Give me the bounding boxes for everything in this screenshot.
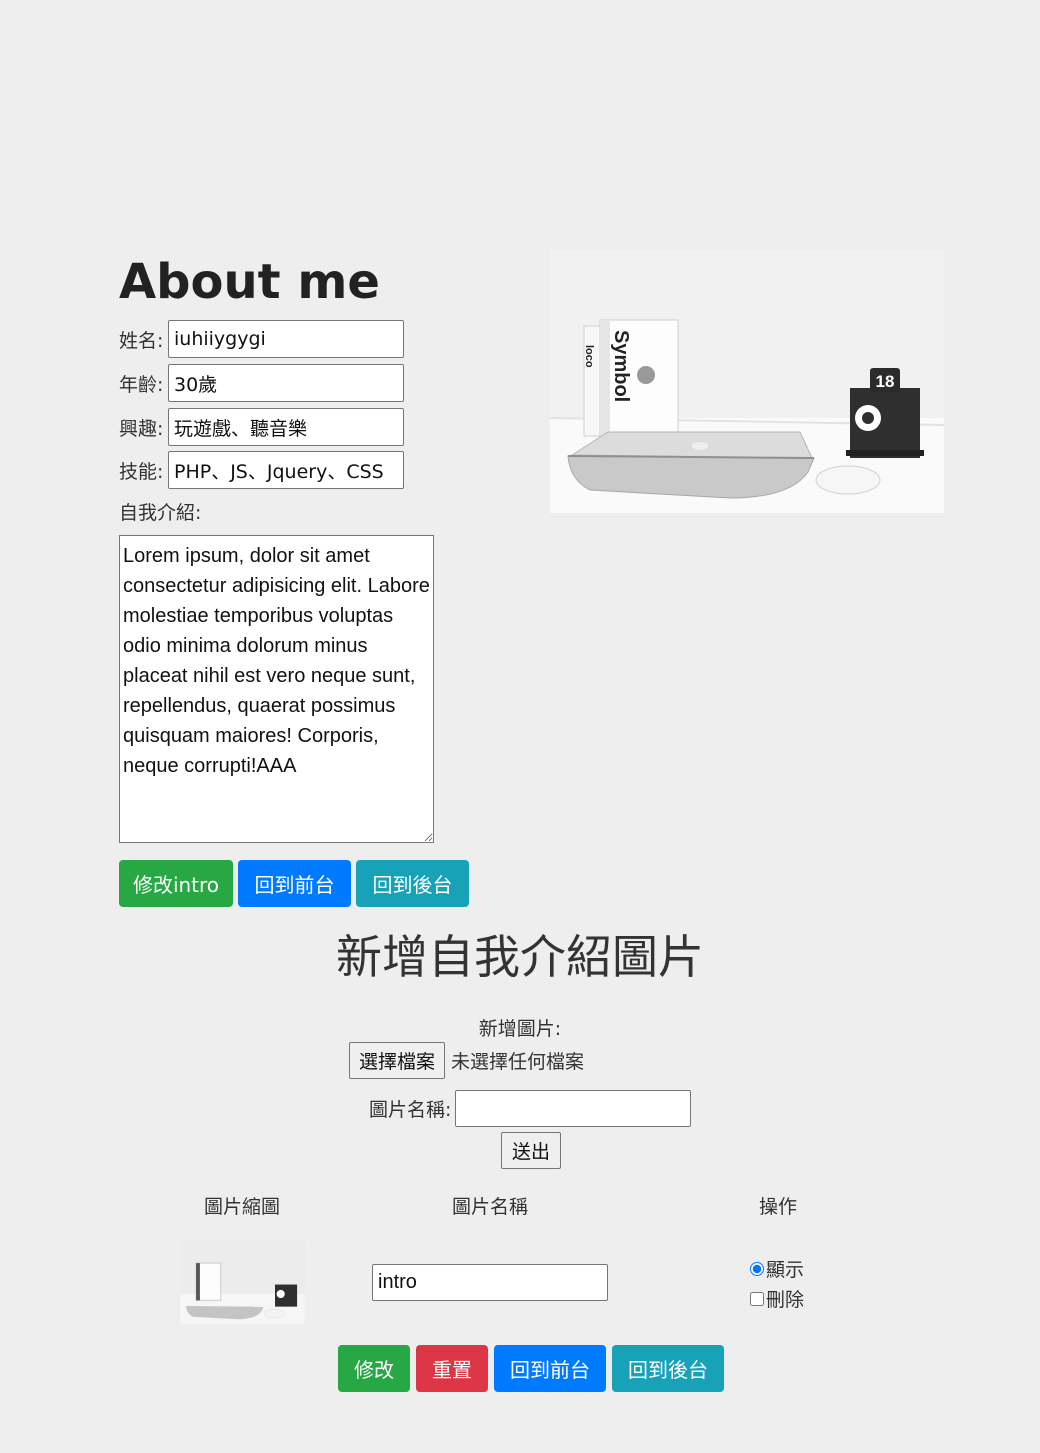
header-image-name: 圖片名稱 — [451, 1196, 528, 1218]
submit-button[interactable]: 送出 — [501, 1132, 561, 1169]
to-front-button[interactable]: 回到前台 — [238, 860, 351, 907]
field-skill-row: 技能: — [119, 451, 404, 489]
field-age-label: 年齡: — [119, 373, 164, 396]
book-title-text: Symbol — [610, 330, 632, 402]
book-sub-text: loco — [583, 345, 595, 368]
laptop-icon — [567, 431, 815, 499]
image-name-input[interactable] — [455, 1090, 692, 1127]
image-name-row: 圖片名稱: — [369, 1090, 692, 1127]
header-thumbnail: 圖片縮圖 — [203, 1196, 280, 1218]
image-name-label: 圖片名稱: — [369, 1099, 452, 1121]
file-picker: 選擇檔案 未選擇任何檔案 — [349, 1042, 584, 1079]
edit-button[interactable]: 修改 — [338, 1345, 410, 1392]
image-thumbnail — [180, 1241, 305, 1324]
bottom-to-back-button[interactable]: 回到後台 — [612, 1345, 724, 1392]
calendar-day-text: 18 — [876, 372, 895, 391]
edit-intro-button[interactable]: 修改intro — [119, 860, 233, 907]
laptop-desk-illustration: Symbol loco 18 — [550, 250, 944, 513]
delete-option: 刪除 — [750, 1285, 804, 1312]
name-input[interactable] — [168, 320, 404, 358]
row-image-name-input[interactable] — [372, 1264, 608, 1301]
field-name-label: 姓名: — [119, 329, 164, 352]
age-input[interactable] — [168, 364, 404, 402]
upload-section-title: 新增自我介紹圖片 — [336, 930, 704, 984]
no-file-text: 未選擇任何檔案 — [451, 1051, 585, 1073]
header-actions: 操作 — [758, 1196, 797, 1218]
about-image: Symbol loco 18 — [550, 250, 944, 513]
intro-label: 自我介紹: — [119, 502, 202, 524]
show-label: 顯示 — [766, 1259, 805, 1281]
show-option: 顯示 — [750, 1255, 804, 1282]
hobby-input[interactable] — [168, 408, 404, 446]
reset-button[interactable]: 重置 — [416, 1345, 488, 1392]
page-title: About me — [119, 254, 380, 310]
choose-file-button[interactable]: 選擇檔案 — [349, 1042, 446, 1079]
field-hobby-label: 興趣: — [119, 417, 164, 440]
mouse-icon — [815, 465, 881, 495]
delete-label: 刪除 — [766, 1289, 805, 1311]
skill-input[interactable] — [168, 451, 404, 489]
to-back-button[interactable]: 回到後台 — [356, 860, 469, 907]
field-hobby-row: 興趣: — [119, 408, 404, 446]
show-radio[interactable] — [750, 1261, 764, 1276]
add-image-label: 新增圖片: — [478, 1018, 562, 1040]
intro-textarea[interactable]: Lorem ipsum, dolor sit amet consectetur … — [119, 535, 434, 843]
delete-checkbox[interactable] — [750, 1291, 764, 1306]
book-icon: Symbol loco — [583, 319, 679, 439]
thumbnail-illustration — [180, 1241, 305, 1324]
bottom-to-front-button[interactable]: 回到前台 — [494, 1345, 606, 1392]
field-skill-label: 技能: — [119, 460, 164, 483]
field-age-row: 年齡: — [119, 364, 404, 402]
field-name-row: 姓名: — [119, 320, 404, 358]
